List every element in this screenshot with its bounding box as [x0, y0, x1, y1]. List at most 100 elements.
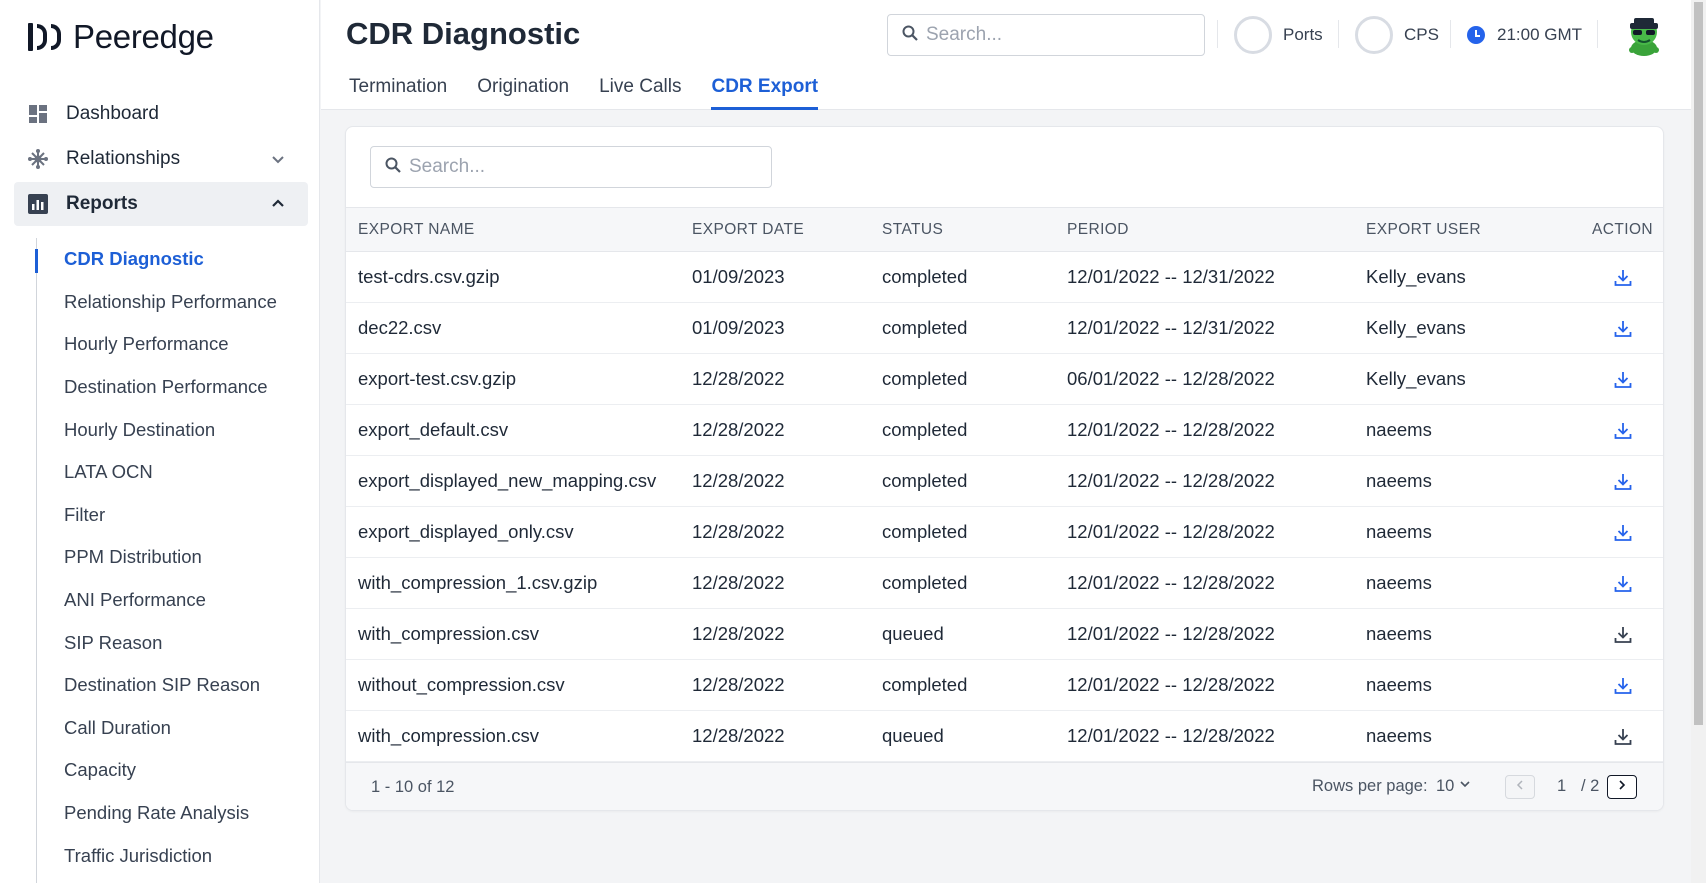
export-date-cell: 01/09/2023 — [692, 317, 785, 338]
subnav-item-sip-reason[interactable]: SIP Reason — [37, 621, 306, 664]
status-cell: completed — [882, 266, 968, 287]
status-cell: completed — [882, 470, 968, 491]
chevron-down-icon — [268, 149, 288, 169]
rows-per-page-select[interactable]: 10 — [1436, 777, 1472, 796]
export-user-cell: naeems — [1366, 623, 1432, 644]
subnav-item-filter[interactable]: Filter — [37, 494, 306, 537]
header-divider — [1217, 20, 1218, 48]
export-date-cell: 12/28/2022 — [692, 572, 785, 593]
tab-live-calls[interactable]: Live Calls — [599, 76, 681, 110]
export-name-cell: export_displayed_new_mapping.csv — [358, 470, 657, 491]
network-icon — [28, 149, 48, 169]
action-cell — [1554, 558, 1663, 609]
dashboard-icon — [28, 104, 48, 124]
sidebar-item-label: Reports — [66, 193, 138, 214]
export-name-cell: test-cdrs.csv.gzip — [358, 266, 500, 287]
subnav-item-traffic-jurisdiction[interactable]: Traffic Jurisdiction — [37, 834, 306, 877]
table-row: export-test.csv.gzip 12/28/2022 completed 0… — [346, 354, 1663, 405]
table-search-input[interactable] — [409, 156, 749, 178]
column-header-export-name[interactable]: EXPORT NAME — [346, 208, 680, 252]
table-row: export_default.csv 12/28/2022 completed 12/… — [346, 405, 1663, 456]
pagination-range: 1 - 10 of 12 — [371, 778, 455, 796]
global-search-input[interactable] — [926, 24, 1186, 46]
column-header-action: ACTION — [1592, 220, 1653, 238]
period-cell: 12/01/2022 -- 12/28/2022 — [1067, 623, 1275, 644]
table-search[interactable] — [370, 146, 772, 188]
tab-cdr-export[interactable]: CDR Export — [711, 76, 819, 110]
export-date-cell: 12/28/2022 — [692, 368, 785, 389]
download-icon[interactable] — [1613, 676, 1633, 696]
download-icon[interactable] — [1613, 727, 1633, 747]
status-cell: completed — [882, 572, 968, 593]
download-icon[interactable] — [1613, 523, 1633, 543]
export-user-cell: naeems — [1366, 521, 1432, 542]
export-date-cell: 12/28/2022 — [692, 725, 785, 746]
period-cell: 12/01/2022 -- 12/28/2022 — [1067, 521, 1275, 542]
reports-icon — [28, 194, 48, 214]
ports-gauge — [1234, 16, 1272, 54]
subnav-item-call-duration[interactable]: Call Duration — [37, 707, 306, 750]
download-icon[interactable] — [1613, 268, 1633, 288]
status-cell: queued — [882, 623, 944, 644]
total-pages: / 2 — [1581, 777, 1600, 795]
global-search[interactable] — [887, 14, 1205, 56]
subnav-item-pending-rate-analysis[interactable]: Pending Rate Analysis — [37, 792, 306, 835]
subnav-item-ppm-distribution[interactable]: PPM Distribution — [37, 536, 306, 579]
download-icon[interactable] — [1613, 319, 1633, 339]
sidebar-item-relationships[interactable]: Relationships — [14, 137, 308, 181]
search-icon — [902, 25, 918, 46]
rows-per-page-value: 10 — [1436, 777, 1455, 795]
period-cell: 12/01/2022 -- 12/28/2022 — [1067, 470, 1275, 491]
sidebar-item-dashboard[interactable]: Dashboard — [14, 92, 308, 136]
column-header-status[interactable]: STATUS — [870, 208, 1055, 252]
export-name-cell: export_default.csv — [358, 419, 509, 440]
subnav-item-hourly-destination[interactable]: Hourly Destination — [37, 408, 306, 451]
period-cell: 12/01/2022 -- 12/31/2022 — [1067, 317, 1275, 338]
page-scrollbar[interactable] — [1691, 0, 1706, 883]
column-header-export-date[interactable]: EXPORT DATE — [680, 208, 870, 252]
export-user-cell: naeems — [1366, 470, 1432, 491]
subnav-item-destination-performance[interactable]: Destination Performance — [37, 366, 306, 409]
export-date-cell: 12/28/2022 — [692, 674, 785, 695]
export-user-cell: naeems — [1366, 572, 1432, 593]
table-row: with_compression_1.csv.gzip 12/28/2022 com… — [346, 558, 1663, 609]
brand-logo[interactable]: Peeredge — [28, 18, 214, 56]
subnav-item-destination-sip-reason[interactable]: Destination SIP Reason — [37, 664, 306, 707]
next-page-button[interactable] — [1607, 775, 1637, 799]
download-icon[interactable] — [1613, 370, 1633, 390]
cdr-export-card: EXPORT NAME EXPORT DATE STATUS PERIOD EX… — [345, 126, 1664, 811]
download-icon[interactable] — [1613, 574, 1633, 594]
export-date-cell: 12/28/2022 — [692, 419, 785, 440]
brand-name: Peeredge — [73, 18, 214, 55]
sidebar-item-reports[interactable]: Reports — [14, 182, 308, 226]
sidebar-item-label: Dashboard — [66, 103, 159, 124]
table-row: with_compression.csv 12/28/2022 queued 12/0… — [346, 711, 1663, 762]
period-cell: 12/01/2022 -- 12/28/2022 — [1067, 419, 1275, 440]
action-cell — [1554, 711, 1663, 762]
download-icon[interactable] — [1613, 421, 1633, 441]
export-user-cell: naeems — [1366, 419, 1432, 440]
export-name-cell: with_compression.csv — [358, 623, 539, 644]
subnav-item-lata-ocn[interactable]: LATA OCN — [37, 451, 306, 494]
subnav-item-hourly-performance[interactable]: Hourly Performance — [37, 323, 306, 366]
tab-termination[interactable]: Termination — [349, 76, 447, 110]
download-icon[interactable] — [1613, 472, 1633, 492]
search-icon — [385, 157, 401, 178]
current-time: 21:00 GMT — [1497, 25, 1583, 44]
avatar[interactable] — [1624, 14, 1664, 56]
subnav-item-capacity[interactable]: Capacity — [37, 749, 306, 792]
column-header-period[interactable]: PERIOD — [1055, 208, 1354, 252]
prev-page-button[interactable] — [1505, 775, 1535, 799]
table-row: with_compression.csv 12/28/2022 queued 12/0… — [346, 609, 1663, 660]
subnav-item-ani-performance[interactable]: ANI Performance — [37, 579, 306, 622]
subnav-item-relationship-performance[interactable]: Relationship Performance — [37, 281, 306, 324]
column-header-export-user[interactable]: EXPORT USER — [1354, 208, 1554, 252]
download-icon[interactable] — [1613, 625, 1633, 645]
subnav-item-cdr-diagnostic[interactable]: CDR Diagnostic — [35, 238, 306, 281]
export-date-cell: 01/09/2023 — [692, 266, 785, 287]
export-name-cell: export_displayed_only.csv — [358, 521, 574, 542]
scrollbar-thumb[interactable] — [1694, 2, 1703, 725]
export-date-cell: 12/28/2022 — [692, 470, 785, 491]
tab-origination[interactable]: Origination — [477, 76, 569, 110]
period-cell: 06/01/2022 -- 12/28/2022 — [1067, 368, 1275, 389]
